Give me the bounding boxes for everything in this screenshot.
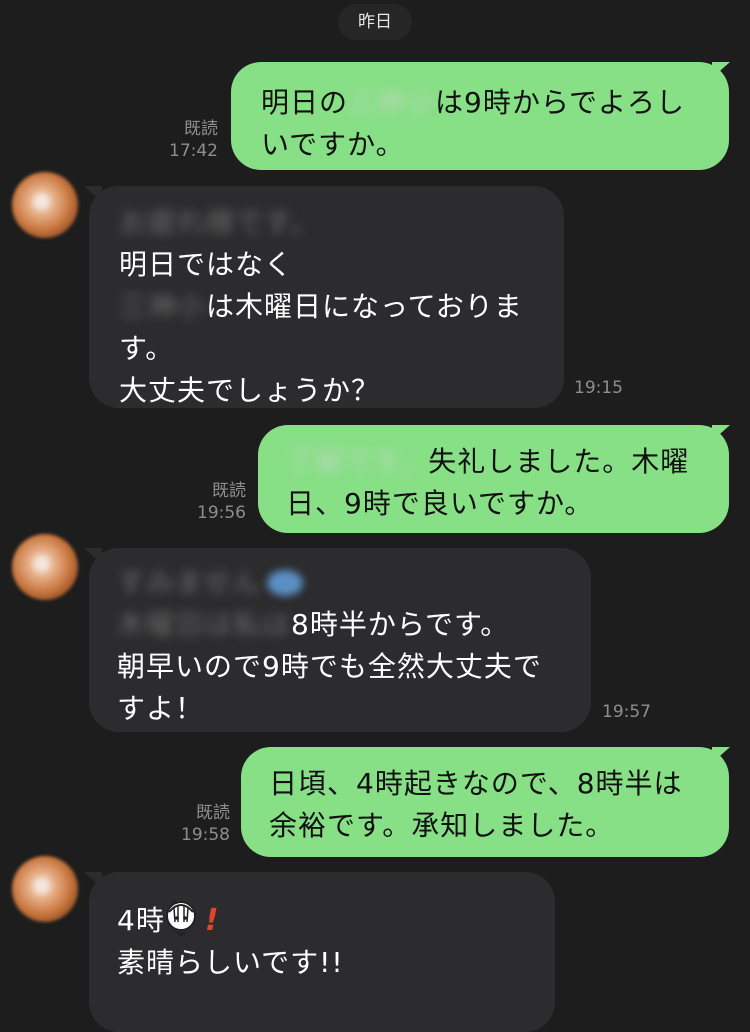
exclamation-mark: !	[204, 903, 220, 938]
girl-face-sticker-icon	[165, 896, 205, 938]
message-bubble-outgoing[interactable]: 了解です。失礼しました。木曜 日、9時で良いですか。	[258, 425, 729, 533]
message-text: 素晴らしいです!!	[117, 946, 344, 979]
message-text: は木曜日になっておりま	[206, 290, 523, 323]
blurred-text: 三神小	[119, 290, 207, 323]
message-meta: 既読 17:42	[150, 118, 218, 162]
message-text: 明日の	[261, 86, 349, 119]
blurred-emoji-icon	[267, 570, 304, 596]
message-time: 19:56	[197, 503, 246, 523]
message-text: 失礼しました。木曜	[428, 445, 690, 478]
message-time: 19:57	[602, 702, 651, 722]
message-bubble-incoming[interactable]: 4時 ! 素晴らしいです!!	[89, 872, 555, 1032]
message-text: 4時	[117, 904, 165, 937]
message-text: すよ！	[117, 692, 205, 725]
message-meta: 既読 19:56	[178, 480, 246, 524]
message-bubble-incoming[interactable]: お疲れ様です。 明日ではなく 三神小は木曜日になっておりま す。 大丈夫でしょう…	[89, 186, 564, 408]
blurred-text: すみません	[117, 566, 262, 599]
message-text: 8時半からです。	[291, 608, 510, 641]
contact-avatar[interactable]	[12, 534, 78, 600]
message-time: 19:58	[181, 825, 230, 845]
message-bubble-outgoing[interactable]: 日頃、4時起きなので、8時半は 余裕です。承知しました。	[241, 747, 729, 857]
blurred-text: お疲れ様です。	[119, 206, 320, 239]
blurred-text: 三神小	[348, 86, 436, 119]
message-text: 余裕です。承知しました。	[269, 809, 615, 842]
date-separator: 昨日	[338, 4, 412, 40]
message-time: 19:15	[574, 378, 623, 398]
message-text: 大丈夫でしょうか？	[119, 374, 381, 407]
message-text: す。	[119, 332, 175, 365]
contact-avatar[interactable]	[12, 856, 78, 922]
message-text: は9時からでよろし	[435, 86, 686, 119]
message-time: 17:42	[169, 141, 218, 161]
blurred-text: 了解です。	[286, 445, 429, 478]
message-text: 日頃、4時起きなので、8時半は	[269, 767, 683, 800]
message-bubble-outgoing[interactable]: 明日の三神小は9時からでよろし いですか。	[231, 62, 729, 170]
message-text: 朝早いので9時でも全然大丈夫で	[117, 650, 542, 683]
message-bubble-incoming[interactable]: すみません 木曜日は私は8時半からです。 朝早いので9時でも全然大丈夫で すよ！	[89, 548, 591, 732]
read-receipt: 既読	[196, 803, 230, 823]
message-text: いですか。	[261, 128, 405, 161]
read-receipt: 既読	[184, 119, 218, 139]
blurred-text: 木曜日は私は	[117, 608, 292, 641]
message-text: 明日ではなく	[119, 248, 294, 281]
read-receipt: 既読	[212, 481, 246, 501]
contact-avatar[interactable]	[12, 172, 78, 238]
message-meta: 既読 19:58	[162, 802, 230, 846]
message-text: 日、9時で良いですか。	[286, 487, 594, 520]
